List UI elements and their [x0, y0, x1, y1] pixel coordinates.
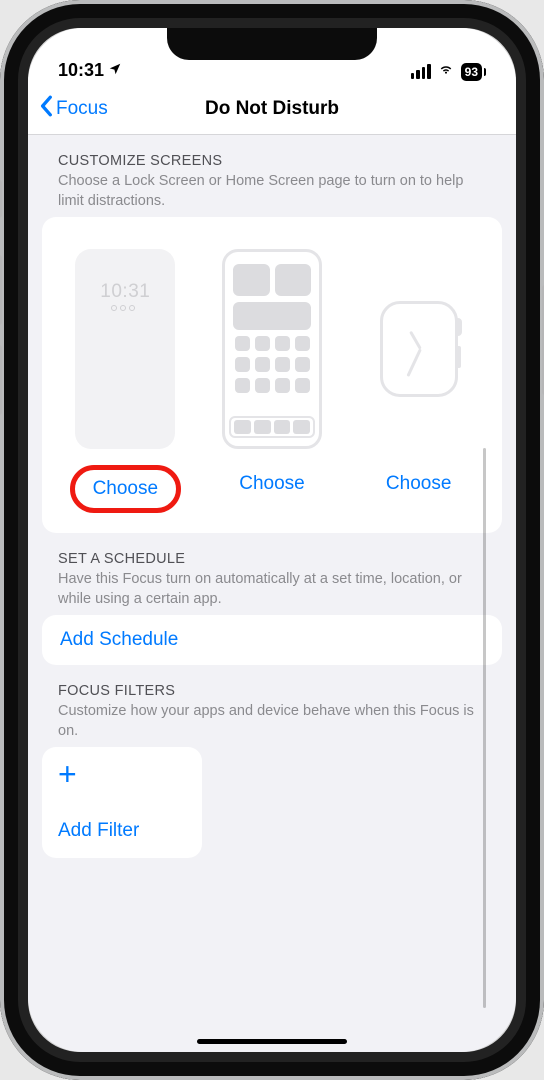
status-time: 10:31: [58, 60, 104, 81]
filters-sub: Customize how your apps and device behav…: [58, 702, 486, 741]
customize-sub: Choose a Lock Screen or Home Screen page…: [58, 172, 486, 211]
customize-header: CUSTOMIZE SCREENS Choose a Lock Screen o…: [42, 135, 502, 217]
highlight-annotation: Choose: [70, 465, 182, 513]
nav-bar: Focus Do Not Disturb: [28, 83, 516, 135]
schedule-sub: Have this Focus turn on automatically at…: [58, 570, 486, 609]
customize-title: CUSTOMIZE SCREENS: [58, 153, 486, 169]
notch: [167, 28, 377, 60]
filters-title: FOCUS FILTERS: [58, 683, 486, 699]
choose-watch-button[interactable]: Choose: [386, 473, 452, 495]
choose-home-button[interactable]: Choose: [239, 473, 305, 495]
home-screen-option: Choose: [203, 249, 342, 513]
schedule-title: SET A SCHEDULE: [58, 551, 486, 567]
watch-preview[interactable]: [369, 249, 469, 449]
home-indicator[interactable]: [197, 1039, 347, 1044]
cellular-signal-icon: [411, 64, 431, 79]
volume-down: [0, 345, 2, 415]
battery-nub: [484, 68, 486, 76]
back-button[interactable]: Focus: [40, 95, 108, 123]
chevron-left-icon: [40, 95, 54, 123]
battery-icon: 93: [461, 63, 482, 81]
lock-preview-time: 10:31: [100, 281, 150, 303]
customize-screens-panel: 10:31 Choose C: [42, 217, 502, 533]
plus-icon: +: [58, 763, 186, 785]
device-frame: 10:31 93: [0, 0, 544, 1080]
watch-option: Choose: [349, 249, 488, 513]
add-schedule-label: Add Schedule: [60, 629, 484, 651]
wifi-icon: [437, 62, 455, 81]
add-schedule-button[interactable]: Add Schedule: [42, 615, 502, 665]
choose-lock-button[interactable]: Choose: [93, 478, 159, 500]
location-arrow-icon: [108, 60, 122, 81]
add-filter-label: Add Filter: [58, 820, 186, 842]
lock-screen-preview[interactable]: 10:31: [75, 249, 175, 449]
add-filter-card[interactable]: + Add Filter: [42, 747, 202, 857]
mute-switch: [0, 180, 2, 218]
volume-up: [0, 255, 2, 325]
back-label: Focus: [56, 98, 108, 120]
filters-header: FOCUS FILTERS Customize how your apps an…: [42, 665, 502, 747]
lock-screen-option: 10:31 Choose: [56, 249, 195, 513]
scroll-indicator: [483, 448, 486, 1008]
home-screen-preview[interactable]: [222, 249, 322, 449]
content-scroll[interactable]: CUSTOMIZE SCREENS Choose a Lock Screen o…: [28, 135, 516, 1052]
battery-percent: 93: [465, 65, 478, 79]
screen: 10:31 93: [28, 28, 516, 1052]
schedule-header: SET A SCHEDULE Have this Focus turn on a…: [42, 533, 502, 615]
